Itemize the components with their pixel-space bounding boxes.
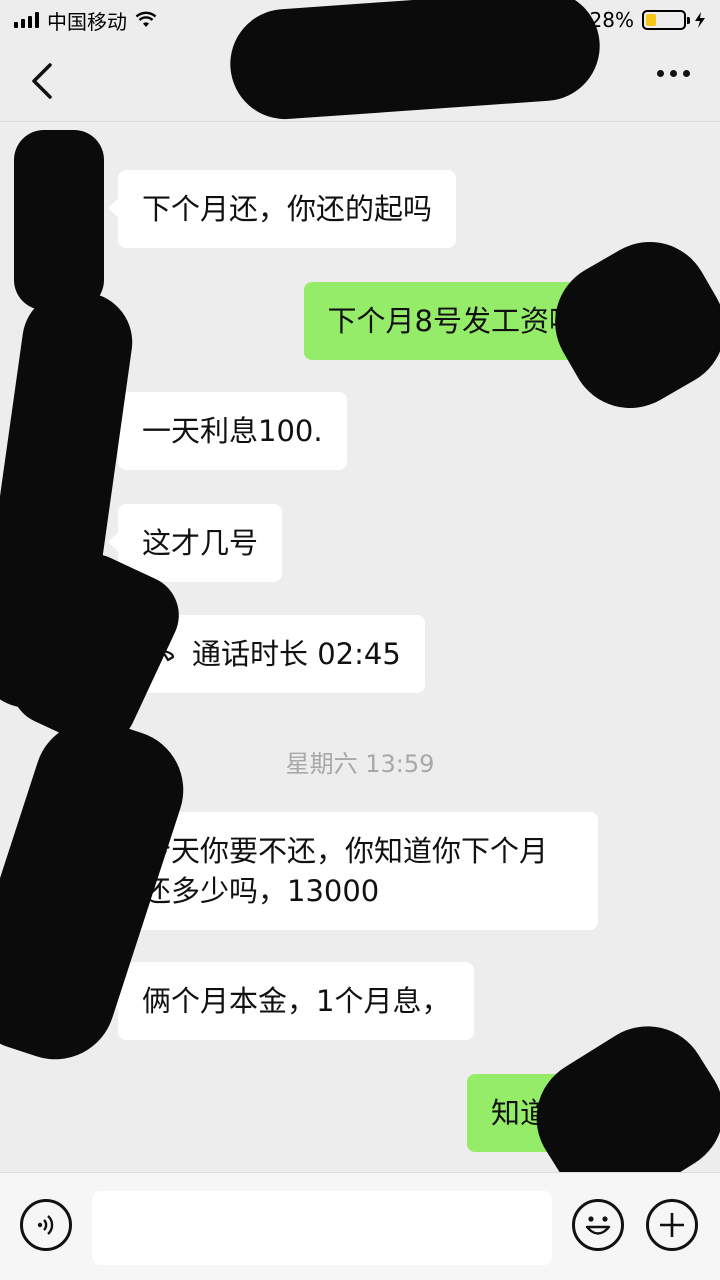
back-button[interactable] [22,58,62,104]
carrier-label: 中国移动 [47,9,127,34]
my-avatar[interactable] [622,1074,698,1150]
chat-area[interactable]: 下个月还，你还的起吗 下个月8号发工资啊 一天利息100. 这才几号 通话时长 … [0,122,720,1172]
signal-icon [14,12,39,28]
contact-avatar[interactable] [22,170,98,246]
message-bubble[interactable]: 这才几号 [107,504,283,582]
status-time: 19:25 [329,8,391,32]
status-bar: 中国移动 19:25 28% [0,0,720,40]
battery-icon [642,10,690,30]
contact-avatar[interactable] [22,615,98,691]
more-icon [657,70,664,77]
contact-avatar[interactable] [22,812,98,888]
message-bubble[interactable]: 知道了 [466,1074,613,1152]
alarm-icon [564,11,581,28]
message-outgoing: 下个月8号发工资啊 [303,282,698,360]
chat-timestamp: 星期六 13:59 [285,750,435,778]
call-duration: 通话时长 02:45 [192,637,401,671]
message-incoming: 俩个月本金，1个月息， [22,962,475,1040]
call-record-message: 通话时长 02:45 [22,615,425,693]
emoji-button[interactable] [572,1199,624,1251]
message-input[interactable] [92,1191,552,1265]
plus-icon [660,1213,684,1237]
contact-avatar[interactable] [22,504,98,580]
charging-icon [695,12,705,28]
status-left: 中国移动 [14,6,157,35]
message-bubble[interactable]: 今天你要不还，你知道你下个月还多少吗，13000 [108,812,598,930]
message-bubble[interactable]: 俩个月本金，1个月息， [107,962,475,1040]
phone-hangup-icon [143,649,175,662]
message-bubble[interactable]: 一天利息100. [108,392,347,470]
message-bubble[interactable]: 下个月还，你还的起吗 [107,170,457,248]
wifi-icon [135,11,157,27]
emoji-icon [585,1216,611,1235]
contact-avatar[interactable] [22,392,98,468]
my-avatar[interactable] [622,282,698,358]
nav-bar: 15056643135 [0,40,720,122]
chevron-left-icon [32,63,52,99]
more-button[interactable] [657,70,690,77]
chat-title: 15056643135 [242,61,478,100]
voice-icon [37,1215,54,1235]
message-bubble[interactable]: 下个月8号发工资啊 [303,282,613,360]
voice-button[interactable] [20,1199,72,1251]
message-outgoing: 知道了 [466,1074,698,1152]
input-bar [0,1172,720,1280]
message-incoming: 今天你要不还，你知道你下个月还多少吗，13000 [22,812,598,930]
contact-avatar[interactable] [22,962,98,1038]
call-record-bubble[interactable]: 通话时长 02:45 [108,615,425,693]
status-right: 28% [538,8,706,32]
message-incoming: 下个月还，你还的起吗 [22,170,457,248]
location-icon [538,12,555,28]
battery-percent: 28% [589,8,634,32]
message-incoming: 一天利息100. [22,392,347,470]
battery-fill [646,14,657,26]
message-incoming: 这才几号 [22,504,283,582]
plus-button[interactable] [646,1199,698,1251]
